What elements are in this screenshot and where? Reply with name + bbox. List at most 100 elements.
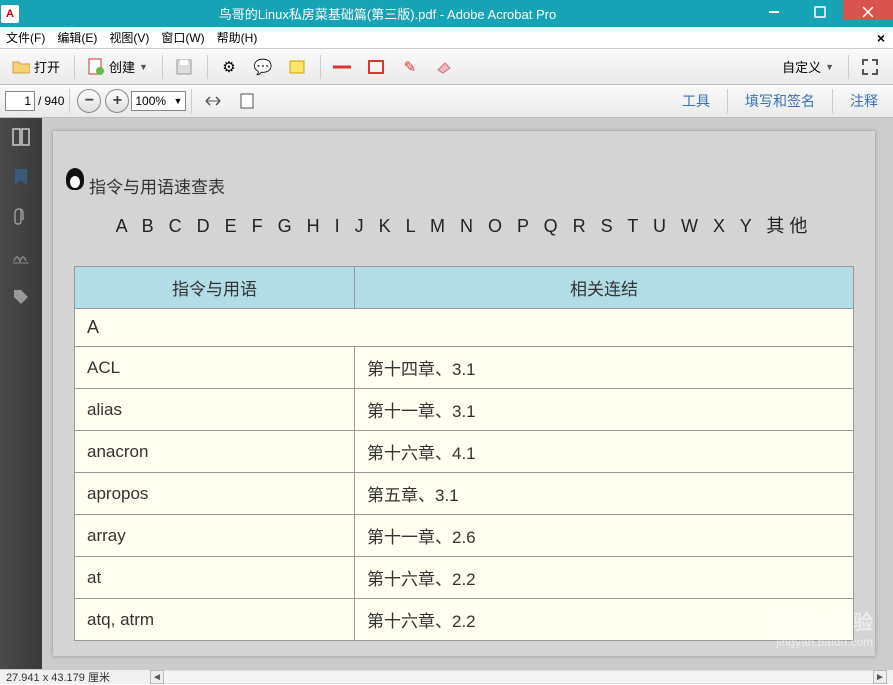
toolbar-separator [727,89,728,113]
toolbar-separator [191,89,192,113]
horizontal-scrollbar[interactable]: ◄ ► [150,670,887,684]
content-area: 指令与用语速查表 A B C D E F G H I J K L M N O P… [0,118,893,669]
ref-cell[interactable]: 第十六章、4.1 [355,431,854,473]
main-toolbar: 打开 创建 ▼ ⚙ 💬 ✎ 自定义 ▼ [0,49,893,85]
table-row: atq, atrm第十六章、2.2 [75,599,854,641]
menu-view[interactable]: 视图(V) [103,29,155,46]
toolbar-separator [69,89,70,113]
zoom-value: 100% [135,94,166,108]
strikeout-button[interactable] [326,55,358,79]
scroll-left-icon[interactable]: ◄ [150,670,164,684]
title-bar: A 鸟哥的Linux私房菜基础篇(第三版).pdf - Adobe Acroba… [0,0,893,27]
page-icon [238,92,256,110]
menu-bar: 文件(F) 编辑(E) 视图(V) 窗口(W) 帮助(H) × [0,27,893,49]
toolbar-separator [207,55,208,79]
dropdown-arrow-icon: ▼ [139,62,148,72]
scroll-right-icon[interactable]: ► [873,670,887,684]
ref-cell[interactable]: 第十一章、3.1 [355,389,854,431]
right-panel-links: 工具 填写和签名 注释 [672,87,888,115]
ref-cell[interactable]: 第五章、3.1 [355,473,854,515]
tools-link[interactable]: 工具 [672,87,720,115]
table-row: at第十六章、2.2 [75,557,854,599]
doc-heading: 指令与用语速查表 [89,173,225,198]
gear-icon: ⚙ [220,58,238,76]
signatures-icon[interactable] [10,246,32,268]
menu-help[interactable]: 帮助(H) [211,29,264,46]
attachment-icon[interactable] [10,206,32,228]
tags-icon[interactable] [10,286,32,308]
fullscreen-button[interactable] [854,55,886,79]
menu-window[interactable]: 窗口(W) [155,29,210,46]
term-cell: atq, atrm [75,599,355,641]
settings-button[interactable]: ⚙ [213,55,245,79]
close-button[interactable] [843,0,893,20]
save-button[interactable] [168,55,200,79]
zoom-out-button[interactable]: − [77,89,101,113]
rectangle-icon [367,58,385,76]
eraser-icon [435,58,453,76]
alphabet-index[interactable]: A B C D E F G H I J K L M N O P Q R S T … [61,212,867,238]
toolbar-separator [162,55,163,79]
fit-width-button[interactable] [197,89,229,113]
zoom-in-button[interactable]: + [105,89,129,113]
toolbar-separator [832,89,833,113]
expand-icon [861,58,879,76]
pdf-page: 指令与用语速查表 A B C D E F G H I J K L M N O P… [53,131,875,656]
menu-close-icon[interactable]: × [877,30,885,46]
toolbar-separator [848,55,849,79]
zoom-level-select[interactable]: 100% ▼ [131,91,186,111]
term-cell: at [75,557,355,599]
term-cell: anacron [75,431,355,473]
comment-button[interactable]: 💬 [247,55,279,79]
create-button[interactable]: 创建 ▼ [80,54,155,79]
fill-sign-link[interactable]: 填写和签名 [735,87,825,115]
thumbnails-icon[interactable] [10,126,32,148]
table-row: anacron第十六章、4.1 [75,431,854,473]
index-table: 指令与用语 相关连结 A ACL第十四章、3.1 alias第十一章、3.1 a… [74,266,854,641]
ref-cell[interactable]: 第十一章、2.6 [355,515,854,557]
col-ref-header: 相关连结 [355,267,854,309]
penguin-icon [61,166,89,198]
open-label: 打开 [34,57,60,76]
app-icon: A [1,5,19,23]
document-view[interactable]: 指令与用语速查表 A B C D E F G H I J K L M N O P… [42,118,893,669]
dropdown-arrow-icon: ▼ [825,62,834,72]
open-button[interactable]: 打开 [5,54,67,79]
maximize-button[interactable] [797,0,843,20]
bookmark-icon[interactable] [10,166,32,188]
eraser-button[interactable] [428,55,460,79]
fit-page-button[interactable] [231,89,263,113]
save-icon [175,58,193,76]
term-cell: ACL [75,347,355,389]
term-cell: alias [75,389,355,431]
page-total: 940 [44,94,64,108]
ref-cell[interactable]: 第十六章、2.2 [355,557,854,599]
pencil-button[interactable]: ✎ [394,55,426,79]
page-toolbar: / 940 − + 100% ▼ 工具 填写和签名 注释 [0,85,893,118]
create-label: 创建 [109,57,135,76]
status-bar: 27.941 x 43.179 厘米 ◄ ► [0,669,893,684]
folder-open-icon [12,58,30,76]
comment-link[interactable]: 注释 [840,87,888,115]
table-row: ACL第十四章、3.1 [75,347,854,389]
page-separator: / [38,94,41,108]
minimize-button[interactable] [751,0,797,20]
customize-label: 自定义 [782,57,821,76]
create-pdf-icon [87,58,105,76]
ref-cell[interactable]: 第十六章、2.2 [355,599,854,641]
strikeout-icon [333,58,351,76]
menu-file[interactable]: 文件(F) [0,29,51,46]
ref-cell[interactable]: 第十四章、3.1 [355,347,854,389]
customize-button[interactable]: 自定义 ▼ [775,54,841,79]
table-row: apropos第五章、3.1 [75,473,854,515]
sticky-note-icon [288,58,306,76]
page-dimensions: 27.941 x 43.179 厘米 [6,669,110,685]
page-number-input[interactable] [5,91,35,111]
menu-edit[interactable]: 编辑(E) [51,29,103,46]
speech-bubble-icon: 💬 [254,58,272,76]
note-button[interactable] [281,55,313,79]
scroll-track[interactable] [164,670,873,684]
rectangle-button[interactable] [360,55,392,79]
term-cell: array [75,515,355,557]
window-title: 鸟哥的Linux私房菜基础篇(第三版).pdf - Adobe Acrobat … [24,4,751,23]
